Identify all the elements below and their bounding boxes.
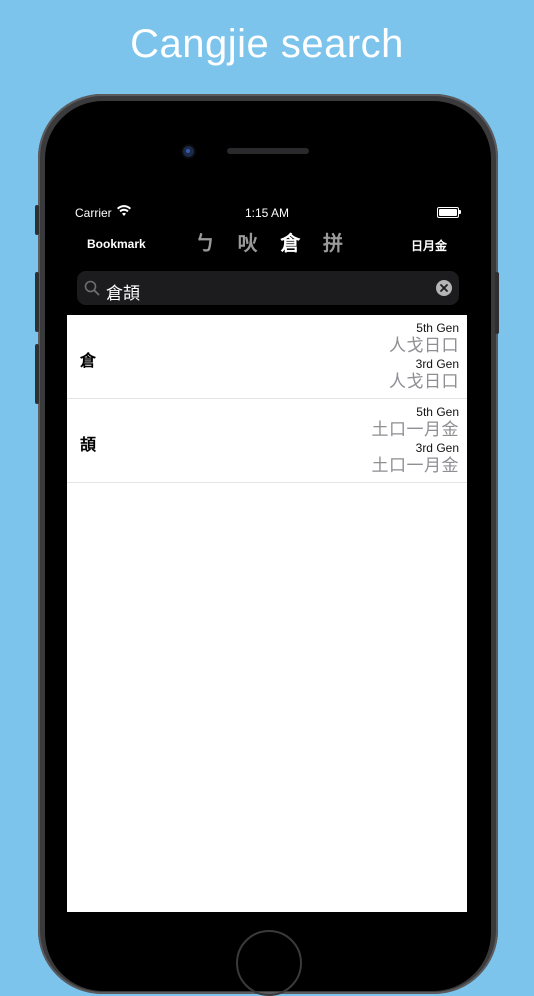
- tab-bopomofo[interactable]: ㄅ: [195, 230, 215, 258]
- power-button: [495, 272, 499, 334]
- nav-bar: Bookmark ㄅ 吙 倉 拼 日月金: [67, 224, 467, 264]
- volume-up-button: [35, 272, 39, 332]
- gen3-code: 人戈日口: [389, 372, 459, 391]
- cangjie-codes: 5th Gen 人戈日口 3rd Gen 人戈日口: [389, 321, 459, 393]
- gen3-label: 3rd Gen: [415, 441, 459, 455]
- front-camera: [183, 146, 194, 157]
- bookmark-button[interactable]: Bookmark: [87, 237, 146, 251]
- gen3-code: 土口一月金: [371, 456, 459, 475]
- tab-pinyin[interactable]: 拼: [323, 230, 343, 258]
- app-screen: Carrier 1:15 AM Bookmark ㄅ 吙 倉 拼 日月金 倉頡: [67, 200, 467, 912]
- home-button: [236, 930, 302, 996]
- search-input[interactable]: 倉頡: [106, 279, 140, 304]
- battery-icon: [437, 207, 461, 218]
- promo-headline: Cangjie search: [130, 22, 404, 66]
- volume-down-button: [35, 344, 39, 404]
- status-time: 1:15 AM: [244, 206, 290, 220]
- results-list: 倉 5th Gen 人戈日口 3rd Gen 人戈日口 頡 5th Gen 土口…: [67, 315, 467, 912]
- status-bar: Carrier 1:15 AM: [67, 200, 467, 224]
- gen5-code: 土口一月金: [371, 420, 459, 439]
- gen5-label: 5th Gen: [416, 405, 459, 419]
- earpiece-speaker: [227, 148, 309, 154]
- search-field[interactable]: 倉頡: [77, 271, 459, 305]
- keyboard-mode-button[interactable]: 日月金: [411, 237, 447, 254]
- cangjie-codes: 5th Gen 土口一月金 3rd Gen 土口一月金: [372, 405, 460, 477]
- input-method-tabs: ㄅ 吙 倉 拼: [195, 230, 343, 258]
- result-character: 倉: [80, 353, 97, 370]
- tab-cangjie[interactable]: 倉: [280, 230, 300, 258]
- list-item[interactable]: 頡 5th Gen 土口一月金 3rd Gen 土口一月金: [67, 399, 467, 483]
- search-icon: [84, 280, 100, 296]
- gen5-code: 人戈日口: [389, 336, 459, 355]
- mute-switch: [35, 205, 39, 235]
- list-item[interactable]: 倉 5th Gen 人戈日口 3rd Gen 人戈日口: [67, 315, 467, 399]
- clear-icon[interactable]: [436, 280, 452, 296]
- result-character: 頡: [80, 437, 97, 454]
- tab-cantonese[interactable]: 吙: [238, 230, 258, 258]
- gen3-label: 3rd Gen: [415, 357, 459, 371]
- gen5-label: 5th Gen: [416, 321, 459, 335]
